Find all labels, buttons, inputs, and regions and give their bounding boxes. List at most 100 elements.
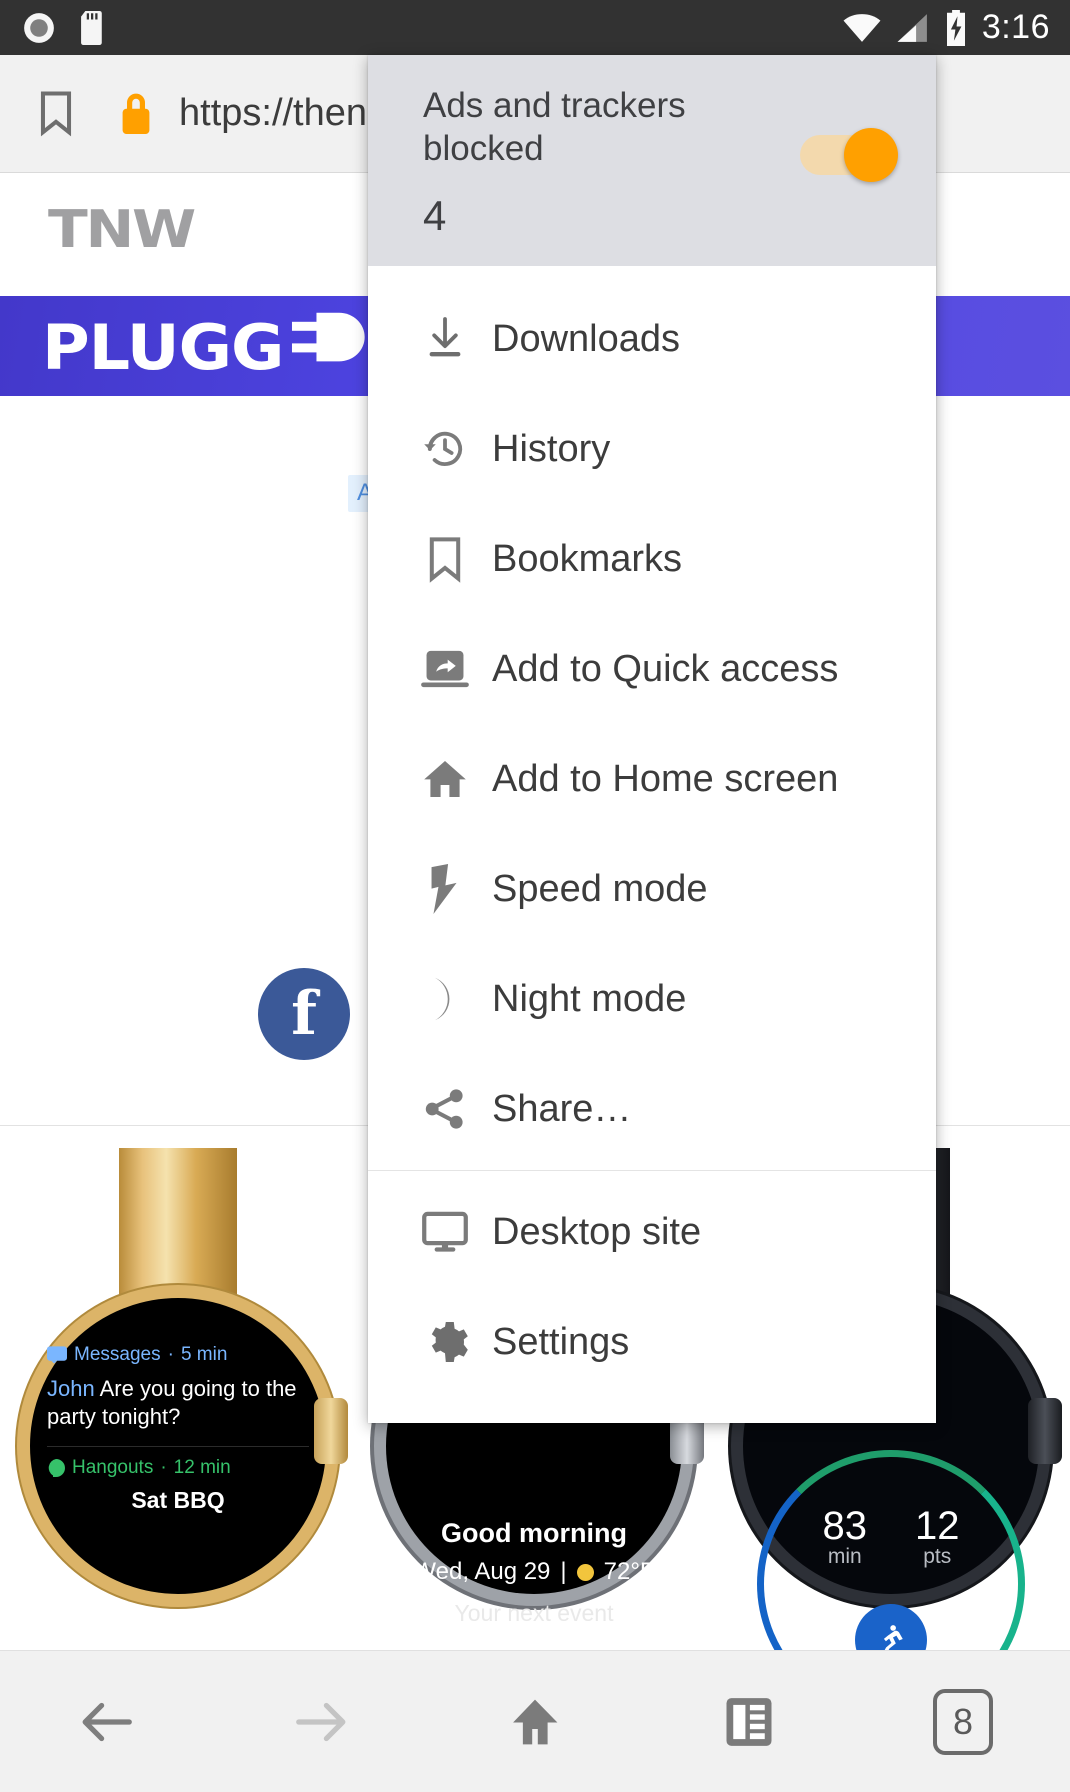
monitor-icon bbox=[412, 1209, 478, 1255]
home-button[interactable] bbox=[428, 1651, 642, 1792]
second-notification-header: Hangouts · 12 min bbox=[47, 1457, 309, 1479]
menu-item-label: Bookmarks bbox=[492, 537, 683, 580]
menu-item-settings[interactable]: Settings bbox=[368, 1287, 936, 1397]
facebook-icon: f bbox=[291, 979, 317, 1049]
home-filled-icon bbox=[412, 757, 478, 801]
menu-item-list: Downloads History Bookmarks Add to Quick… bbox=[368, 266, 936, 1423]
notification-body: John Are you going to the party tonight? bbox=[47, 1375, 309, 1430]
fitness-stat-values: 83 min 12 pts bbox=[746, 1504, 1036, 1569]
status-bar-left-icons bbox=[0, 10, 104, 45]
menu-divider bbox=[368, 1170, 936, 1172]
bookmark-outline-icon bbox=[412, 535, 478, 584]
fitness-stat-2: 12 pts bbox=[915, 1504, 960, 1569]
browser-overflow-menu: Ads and trackers blocked 4 Downloads His… bbox=[368, 55, 936, 1424]
watch-image-1[interactable]: Messages · 5 min John Are you going to t… bbox=[0, 1148, 356, 1650]
watch-greeting-card: Good morning Wed, Aug 29 | 72°F Your nex… bbox=[384, 1518, 684, 1627]
second-notification-dot: · bbox=[160, 1457, 167, 1478]
browser-screen: 3:16 https://thenex TNW PLUGG f Messages… bbox=[0, 0, 1070, 1792]
download-icon bbox=[412, 315, 478, 363]
notification-header: Messages · 5 min bbox=[47, 1344, 309, 1366]
menu-item-label: Night mode bbox=[492, 977, 687, 1020]
add-to-quick-access-icon bbox=[412, 646, 478, 692]
notification-dot: · bbox=[167, 1344, 174, 1365]
watch-crown-3 bbox=[1028, 1398, 1062, 1464]
menu-item-label: Speed mode bbox=[492, 867, 708, 910]
menu-item-bookmarks[interactable]: Bookmarks bbox=[368, 504, 936, 614]
menu-item-downloads[interactable]: Downloads bbox=[368, 284, 936, 394]
fitness-stat-1: 83 min bbox=[823, 1504, 868, 1569]
messages-icon bbox=[47, 1346, 67, 1364]
android-status-bar: 3:16 bbox=[0, 0, 1070, 55]
news-feed-button[interactable] bbox=[642, 1651, 856, 1792]
news-feed-icon bbox=[726, 1697, 772, 1746]
watch-notification: Messages · 5 min John Are you going to t… bbox=[47, 1344, 309, 1514]
ad-blocker-count: 4 bbox=[423, 192, 447, 240]
hangouts-icon bbox=[48, 1459, 65, 1477]
second-notification-age: 12 min bbox=[173, 1457, 231, 1478]
bookmark-outline-icon[interactable] bbox=[35, 90, 77, 137]
stat1-value: 83 bbox=[822, 1504, 868, 1548]
ad-blocker-toggle[interactable] bbox=[800, 128, 898, 182]
notification-age: 5 min bbox=[180, 1344, 228, 1365]
menu-item-label: Downloads bbox=[492, 317, 680, 360]
menu-item-history[interactable]: History bbox=[368, 394, 936, 504]
second-notification-app: Hangouts bbox=[72, 1457, 154, 1478]
tab-switcher-button[interactable]: 8 bbox=[856, 1651, 1070, 1792]
stat2-value: 12 bbox=[915, 1504, 960, 1548]
back-button[interactable] bbox=[0, 1651, 214, 1792]
fitness-stats: 83 min 12 pts bbox=[746, 1504, 1036, 1569]
menu-item-add-to-quick-access[interactable]: Add to Quick access bbox=[368, 614, 936, 724]
menu-item-label: History bbox=[492, 427, 611, 470]
menu-item-label: Share… bbox=[492, 1087, 632, 1130]
next-event-label: Your next event bbox=[454, 1600, 614, 1626]
greeting-subline: Wed, Aug 29 | 72°F bbox=[384, 1558, 684, 1586]
gear-icon bbox=[412, 1318, 478, 1366]
status-bar-clock: 3:16 bbox=[981, 8, 1050, 46]
notification-sender: John bbox=[47, 1376, 95, 1401]
battery-charging-icon bbox=[944, 9, 968, 46]
sd-card-icon bbox=[78, 10, 104, 45]
menu-item-desktop-site[interactable]: Desktop site bbox=[368, 1177, 936, 1287]
greeting-divider: | bbox=[560, 1558, 567, 1585]
browser-bottom-toolbar: 8 bbox=[0, 1650, 1070, 1792]
arrow-left-icon bbox=[82, 1702, 132, 1741]
menu-item-label: Add to Quick access bbox=[492, 647, 839, 690]
share-icon bbox=[412, 1085, 478, 1133]
lock-icon[interactable] bbox=[115, 90, 157, 138]
menu-item-label: Add to Home screen bbox=[492, 757, 839, 800]
cellular-signal-icon bbox=[896, 11, 930, 45]
menu-item-add-to-home-screen[interactable]: Add to Home screen bbox=[368, 724, 936, 834]
menu-item-speed-mode[interactable]: Speed mode bbox=[368, 834, 936, 944]
notification-app: Messages bbox=[74, 1344, 161, 1365]
banner-text-wrap: PLUGG bbox=[42, 309, 367, 384]
history-icon bbox=[412, 425, 478, 473]
greeting-date: Wed, Aug 29 bbox=[413, 1558, 551, 1585]
lightning-bolt-icon bbox=[412, 864, 478, 915]
watch-crown-1 bbox=[314, 1398, 348, 1464]
running-icon bbox=[883, 1625, 903, 1650]
site-logo[interactable]: TNW bbox=[48, 200, 196, 260]
menu-item-share[interactable]: Share… bbox=[368, 1054, 936, 1164]
facebook-share-button[interactable]: f bbox=[258, 968, 350, 1060]
sun-icon bbox=[576, 1563, 594, 1581]
home-filled-icon bbox=[513, 1699, 558, 1744]
status-bar-right-icons: 3:16 bbox=[842, 8, 1070, 47]
screen-record-icon bbox=[22, 11, 56, 45]
event-title: Sat BBQ bbox=[131, 1487, 225, 1513]
ad-blocker-title: Ads and trackers blocked bbox=[423, 86, 686, 168]
ad-blocker-text: Ads and trackers blocked 4 bbox=[423, 85, 800, 240]
toggle-knob bbox=[844, 128, 898, 182]
menu-item-night-mode[interactable]: Night mode bbox=[368, 944, 936, 1054]
ad-blocker-header[interactable]: Ads and trackers blocked 4 bbox=[368, 55, 936, 267]
stat1-unit: min bbox=[827, 1545, 862, 1568]
banner-text: PLUGG bbox=[42, 310, 284, 384]
menu-item-label: Desktop site bbox=[492, 1210, 702, 1253]
notification-separator bbox=[47, 1446, 309, 1447]
greeting-text: Good morning bbox=[441, 1518, 627, 1548]
moon-icon bbox=[412, 975, 478, 1023]
greeting-temperature: 72°F bbox=[603, 1558, 655, 1585]
forward-button[interactable] bbox=[214, 1651, 428, 1792]
wifi-icon bbox=[842, 11, 882, 45]
arrow-right-icon bbox=[296, 1702, 346, 1741]
tab-count-badge: 8 bbox=[933, 1688, 993, 1755]
